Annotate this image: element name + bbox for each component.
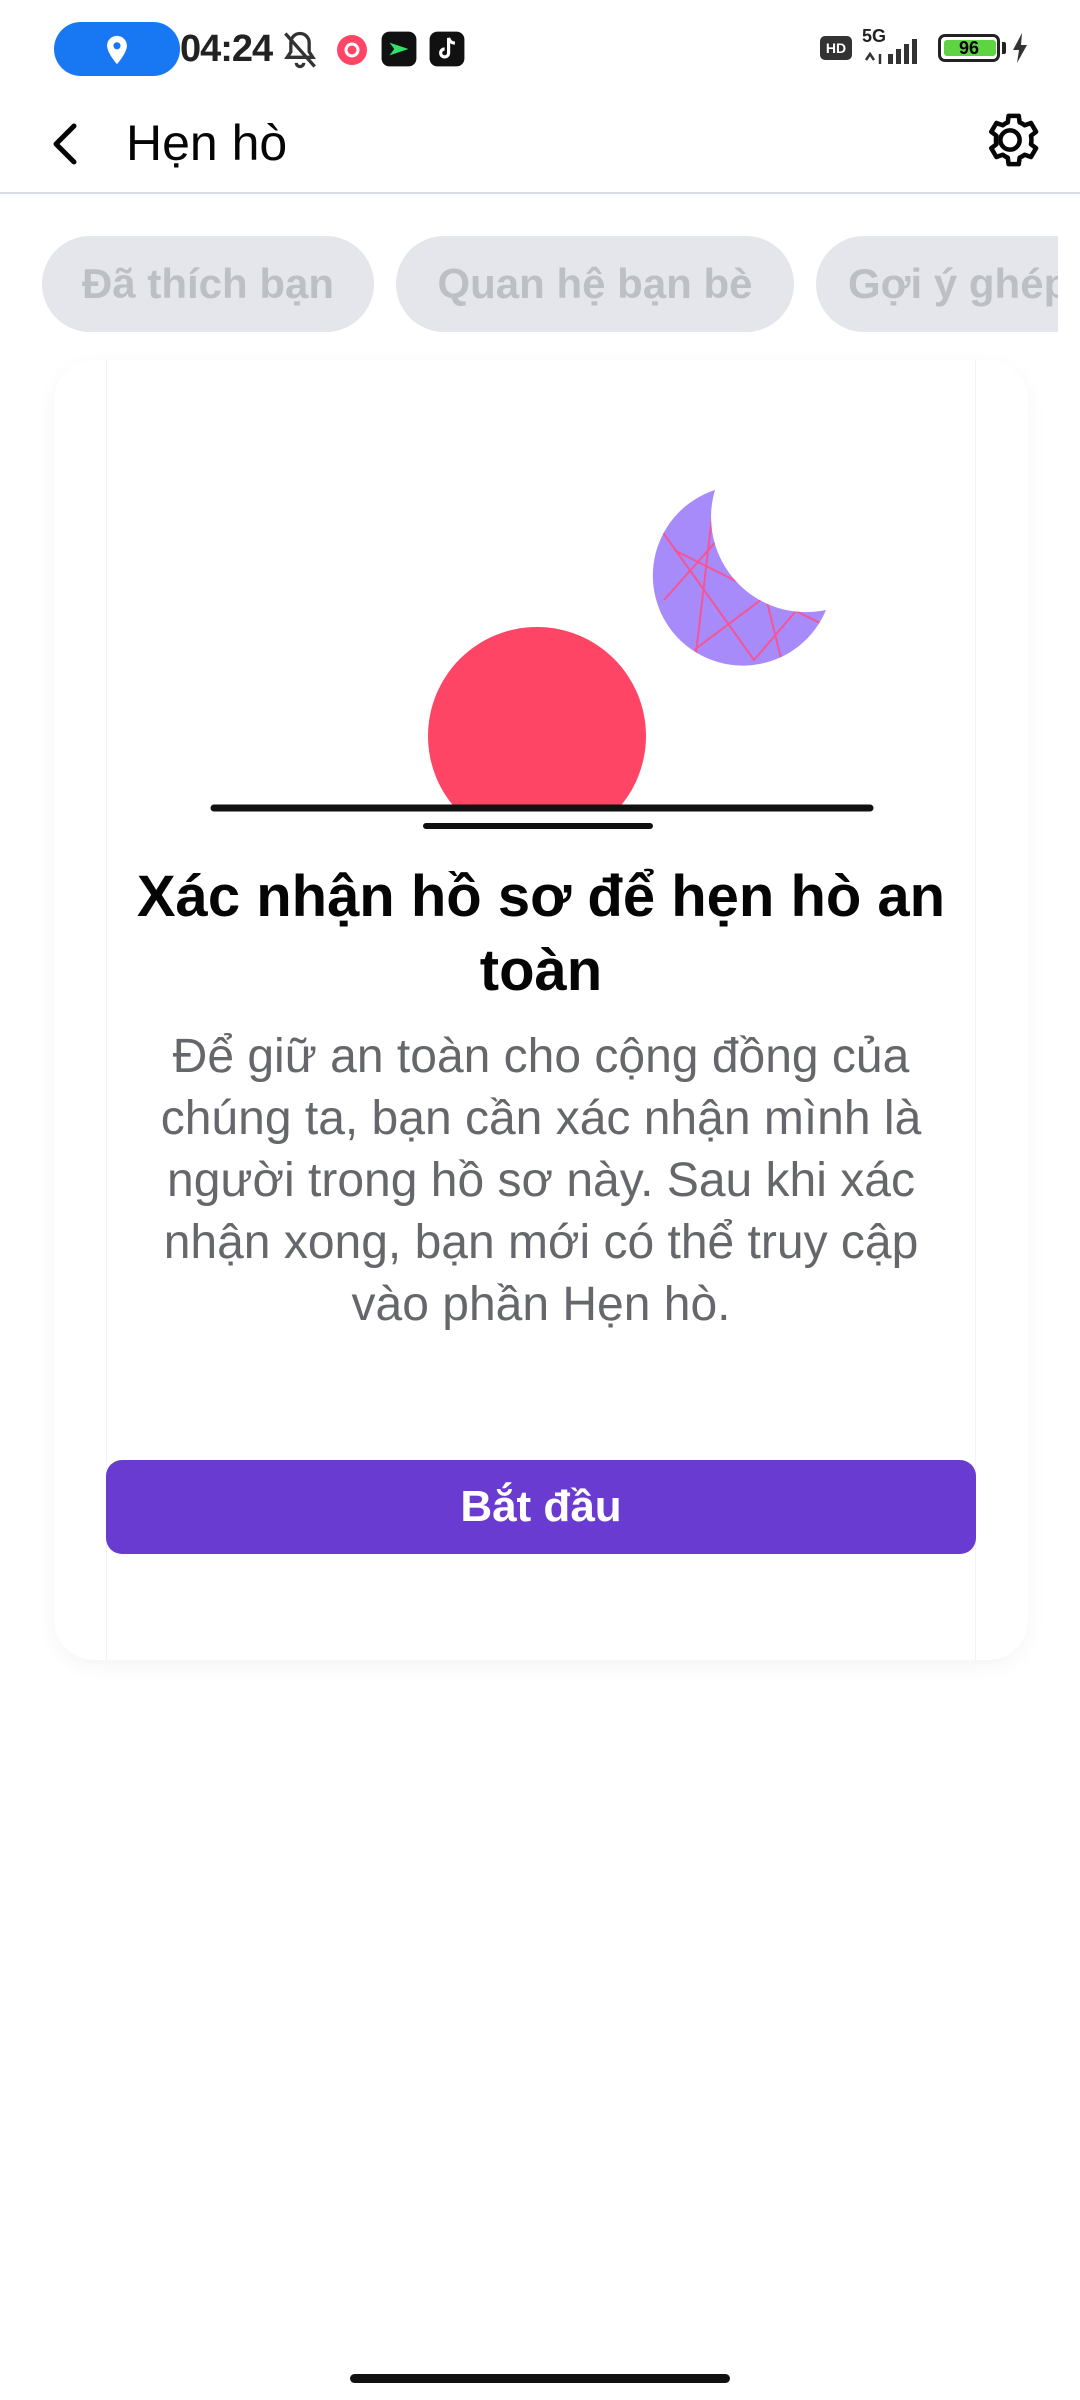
chip-liked-you[interactable]: Đã thích bạn xyxy=(42,236,374,332)
verification-card: Xác nhận hồ sơ để hẹn hò an toàn Để giữ … xyxy=(54,360,1028,1660)
gear-icon[interactable] xyxy=(976,106,1044,174)
chip-match-suggestions[interactable]: Gợi ý ghép xyxy=(816,236,1058,332)
app-header: Hẹn hò xyxy=(0,100,1080,194)
battery-cap xyxy=(1002,42,1006,54)
chip-friends[interactable]: Quan hệ bạn bè xyxy=(396,236,794,332)
screen: 04:24 HD 5G 96 Hẹn hò Đã thích bạn Quan … xyxy=(0,0,1080,2400)
card-description: Để giữ an toàn cho cộng đồng của chúng t… xyxy=(160,1030,922,1331)
status-time: 04:24 xyxy=(180,28,273,70)
charging-icon xyxy=(1013,33,1027,63)
location-pill[interactable] xyxy=(54,22,180,76)
card-title: Xác nhận hồ sơ để hẹn hò an toàn xyxy=(136,864,946,1003)
status-bar: 04:24 HD 5G 96 xyxy=(0,0,1080,100)
signal-icon xyxy=(864,39,917,64)
sunset-moon-illustration xyxy=(210,490,874,840)
battery-indicator: 96 xyxy=(938,34,1000,62)
chevron-left-icon[interactable] xyxy=(36,112,100,176)
start-button[interactable]: Bắt đầu xyxy=(106,1460,976,1554)
app-notification-icon xyxy=(337,35,367,65)
mute-icon xyxy=(284,31,316,69)
home-indicator[interactable] xyxy=(350,2374,730,2383)
page-title: Hẹn hò xyxy=(126,115,288,171)
filter-chips: Đã thích bạn Quan hệ bạn bè Gợi ý ghép xyxy=(0,236,1058,332)
messenger-app-icon xyxy=(381,31,417,67)
hd-badge: HD xyxy=(820,36,852,60)
location-icon xyxy=(107,35,127,65)
battery-level: 96 xyxy=(958,38,980,58)
tiktok-icon xyxy=(429,31,465,67)
